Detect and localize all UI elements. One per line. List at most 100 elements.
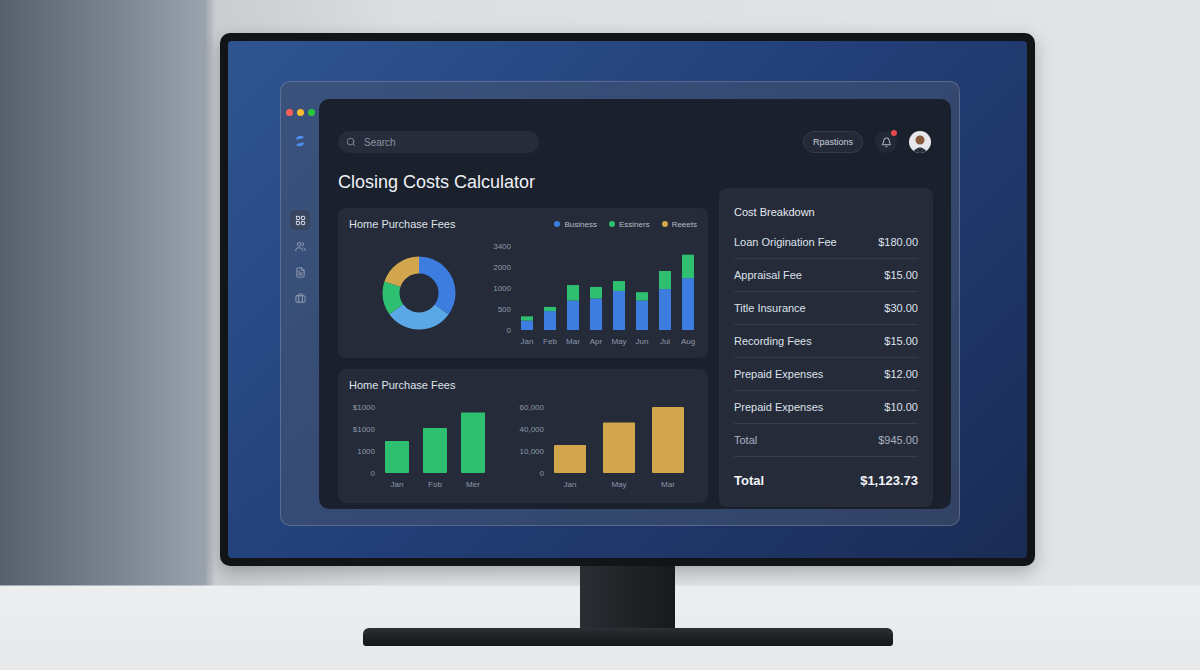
monthly-fees-card: Home Purchase Fees $1000 $1000 1000 0 Jan Fob M…	[338, 369, 708, 503]
cost-row: Total$945.00	[734, 424, 918, 457]
bar-segment	[613, 291, 625, 330]
sidebar	[281, 82, 319, 525]
cost-label: Recording Fees	[734, 335, 812, 347]
bar-segment	[659, 289, 671, 330]
charts-column: Closing Costs Calculator Home Purchase Fe…	[338, 171, 708, 507]
legend-item: Reeets	[662, 220, 697, 229]
search-input[interactable]	[362, 136, 531, 149]
bar-segment	[636, 301, 648, 330]
y-tick: 2000	[493, 263, 511, 272]
cost-row: Prepaid Expenses$10.00	[734, 391, 918, 424]
briefcase-icon	[295, 293, 306, 304]
y-tick: 1000	[493, 284, 511, 293]
legend-item: Essiners	[609, 220, 650, 229]
card-body: 3400200010005000JanFebMarAprMayJunJulAug	[349, 238, 697, 348]
cost-label: Appraisal Fee	[734, 269, 802, 281]
x-label: Mar	[661, 480, 675, 489]
cost-row: Loan Origination Fee $180.00	[734, 226, 918, 259]
monitor: Rpastions Closing Costs Calculator Home Pu…	[220, 33, 1035, 646]
avatar-icon[interactable]	[909, 131, 931, 153]
bar	[461, 413, 485, 474]
main-panel: Rpastions Closing Costs Calculator Home Pu…	[319, 99, 951, 509]
donut-chart	[381, 255, 457, 331]
logo-icon	[293, 134, 307, 148]
card-title: Home Purchase Fees	[349, 218, 455, 230]
y-tick: 3400	[493, 242, 511, 251]
header-button[interactable]: Rpastions	[803, 131, 863, 153]
bar-chart: 60,00040,00010,0000JanMayMar	[518, 401, 697, 493]
bar-chart: $1000 $1000 1000 0 Jan Fob Mer	[349, 401, 518, 493]
page-title: Closing Costs Calculator	[338, 171, 708, 193]
notification-badge	[891, 130, 897, 136]
legend-dot	[662, 221, 668, 227]
y-tick: 500	[498, 305, 512, 314]
total-label: Total	[734, 473, 764, 488]
window-control[interactable]	[297, 109, 304, 116]
office-scene: Rpastions Closing Costs Calculator Home Pu…	[0, 0, 1200, 670]
cost-row: Appraisal Fee $15.00	[734, 259, 918, 292]
search-icon	[346, 137, 356, 147]
window-controls	[286, 109, 315, 116]
cost-breakdown-card: Cost Breakdown Loan Origination Fee $180.0…	[719, 188, 933, 507]
cost-label: Total	[734, 434, 757, 446]
sidebar-item[interactable]	[290, 262, 310, 282]
purchase-fees-card: Home Purchase FeesBusinessEssinersReeets…	[338, 208, 708, 358]
x-label: May	[611, 480, 626, 489]
bar	[385, 441, 409, 473]
x-label: May	[612, 337, 627, 346]
bar-segment	[590, 287, 602, 299]
cost-row: Title Insurance$30.00	[734, 292, 918, 325]
cost-label: Loan Origination Fee	[734, 236, 837, 248]
content: Closing Costs Calculator Home Purchase Fe…	[338, 171, 931, 507]
chart-row: $1000 $1000 1000 0 Jan Fob Mer 60,000 40,000 10,0…	[349, 401, 697, 493]
total-row: Total $1,123.73	[734, 463, 918, 497]
card-title: Home Purchase Fees	[349, 379, 697, 391]
bar-segment	[682, 278, 694, 330]
y-tick: $1000	[353, 425, 376, 434]
bar	[652, 407, 684, 473]
cost-value: $15.00	[884, 269, 918, 281]
donut-segment	[391, 265, 447, 321]
notifications-button[interactable]	[875, 131, 897, 153]
bar-segment	[682, 255, 694, 278]
bar-segment	[636, 292, 648, 300]
sidebar-item[interactable]	[290, 210, 310, 230]
sidebar-item[interactable]	[290, 288, 310, 308]
y-tick: 60,000	[520, 403, 545, 412]
x-label: Mer	[466, 480, 480, 489]
x-label: Jul	[660, 337, 670, 346]
grid-icon	[295, 215, 306, 226]
bar-segment	[590, 299, 602, 331]
search-field	[338, 131, 539, 153]
y-tick: 10,000	[520, 447, 545, 456]
cost-row: Prepaid Expenses$12.00	[734, 358, 918, 391]
x-label: Fob	[428, 480, 442, 489]
card-header: Home Purchase FeesBusinessEssinersReeets	[349, 218, 697, 230]
y-tick: 1000	[357, 447, 375, 456]
bar	[423, 428, 447, 473]
y-tick: 40,000	[520, 425, 545, 434]
window-control[interactable]	[308, 109, 315, 116]
bar-segment	[567, 285, 579, 301]
sidebar-item[interactable]	[290, 236, 310, 256]
bar	[554, 445, 586, 473]
x-label: Jan	[391, 480, 404, 489]
card-title: Cost Breakdown	[734, 206, 918, 218]
donut-segment	[391, 265, 447, 321]
monitor-stand	[580, 566, 675, 628]
bar-segment	[544, 311, 556, 330]
bar-segment	[521, 321, 533, 330]
x-label: Jan	[564, 480, 577, 489]
cost-value: $12.00	[884, 368, 918, 380]
cost-label: Title Insurance	[734, 302, 806, 314]
x-label: Jun	[636, 337, 649, 346]
header: Rpastions	[338, 131, 931, 153]
total-value: $1,123.73	[860, 473, 918, 488]
header-actions: Rpastions	[803, 131, 931, 153]
window-control[interactable]	[286, 109, 293, 116]
y-tick: 0	[507, 326, 512, 335]
y-tick: $1000	[353, 403, 376, 412]
x-label: Apr	[590, 337, 603, 346]
cost-value: $180.00	[878, 236, 918, 248]
y-tick: 0	[371, 469, 376, 478]
